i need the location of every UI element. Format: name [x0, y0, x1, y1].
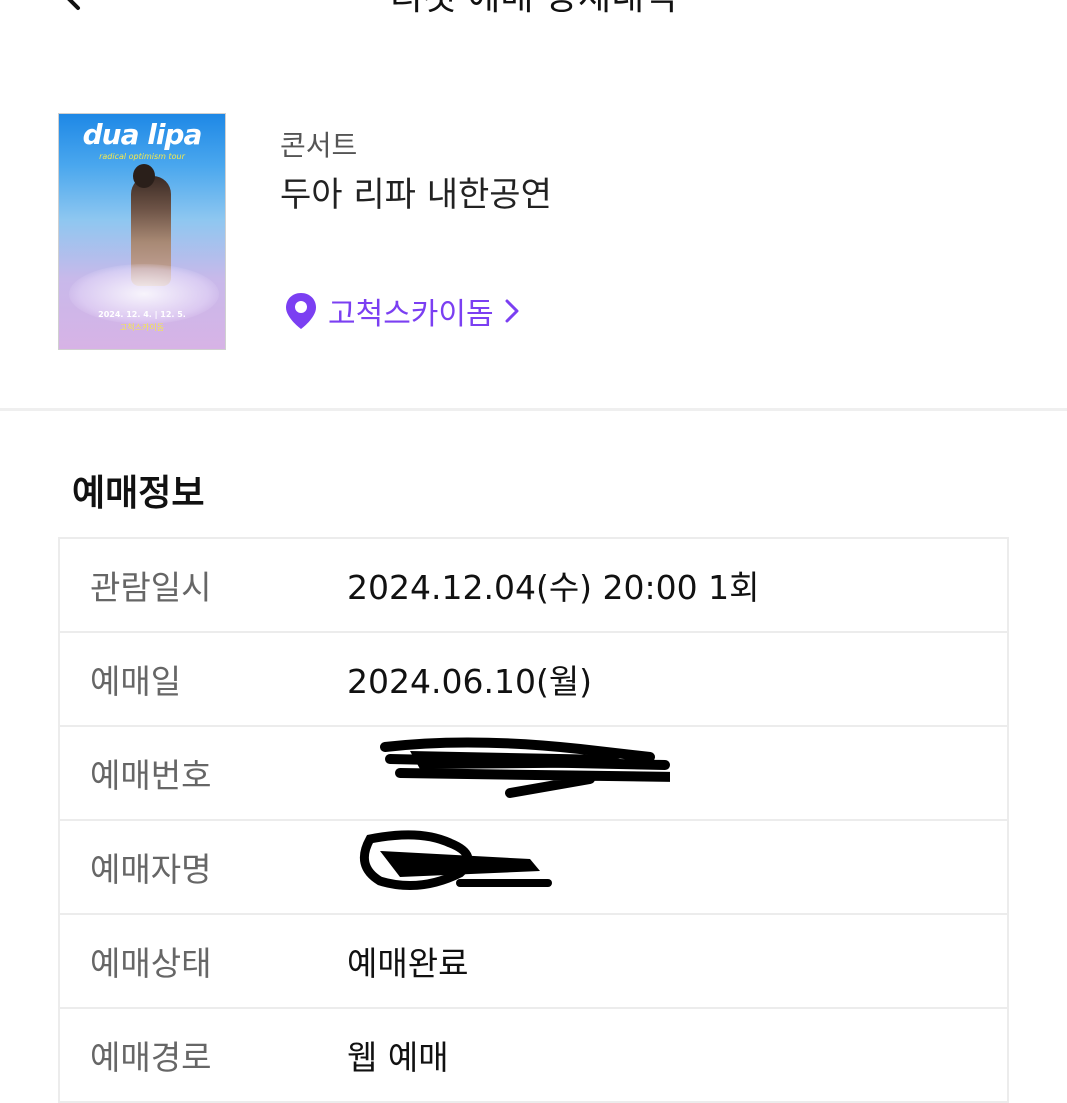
- poster-logo: dua lipa: [82, 118, 203, 151]
- venue-link[interactable]: 고척스카이돔: [284, 290, 520, 332]
- event-poster[interactable]: dua lipa radical optimism tour 2024. 12.…: [58, 113, 226, 350]
- row-booking-status: 예매상태 예매완료: [60, 915, 1007, 1009]
- location-pin-icon: [286, 293, 316, 329]
- row-booking-channel: 예매경로 웹 예매: [60, 1009, 1007, 1103]
- row-label: 예매상태: [90, 944, 212, 983]
- row-booker-name: 예매자명: [60, 821, 1007, 915]
- booking-info-table: 관람일시 2024.12.04(수) 20:00 1회 예매일 2024.06.…: [58, 537, 1009, 1103]
- booking-info-title: 예매정보: [72, 473, 205, 514]
- row-booking-date: 예매일 2024.06.10(월): [60, 633, 1007, 727]
- row-label: 예매번호: [90, 756, 212, 795]
- row-value: 예매완료: [347, 944, 469, 983]
- venue-link-label: 고척스카이돔: [328, 297, 494, 332]
- row-booking-number: 예매번호: [60, 727, 1007, 821]
- poster-date: 2024. 12. 4. | 12. 5.: [98, 310, 186, 319]
- row-value: 2024.06.10(월): [347, 662, 593, 701]
- row-label: 예매자명: [90, 850, 212, 889]
- redaction-scribble: [310, 727, 670, 821]
- row-value: 웹 예매: [347, 1038, 449, 1077]
- poster-subtitle: radical optimism tour: [99, 152, 185, 161]
- event-name: 두아 리파 내한공연: [280, 175, 552, 215]
- event-category: 콘서트: [280, 129, 358, 162]
- chevron-right-icon: [505, 299, 519, 323]
- row-label: 예매일: [90, 662, 182, 701]
- page-title: 티켓 예매 상세내역: [0, 0, 1067, 20]
- redaction-scribble: [310, 821, 670, 915]
- row-label: 예매경로: [90, 1038, 212, 1077]
- poster-venue: 고척스카이돔: [119, 323, 165, 332]
- row-viewing-datetime: 관람일시 2024.12.04(수) 20:00 1회: [60, 539, 1007, 633]
- row-value: 2024.12.04(수) 20:00 1회: [347, 568, 760, 607]
- row-label: 관람일시: [90, 568, 212, 607]
- header: 티켓 예매 상세내역: [0, 0, 1067, 28]
- section-divider: [0, 408, 1067, 411]
- poster-figure-head: [133, 164, 155, 188]
